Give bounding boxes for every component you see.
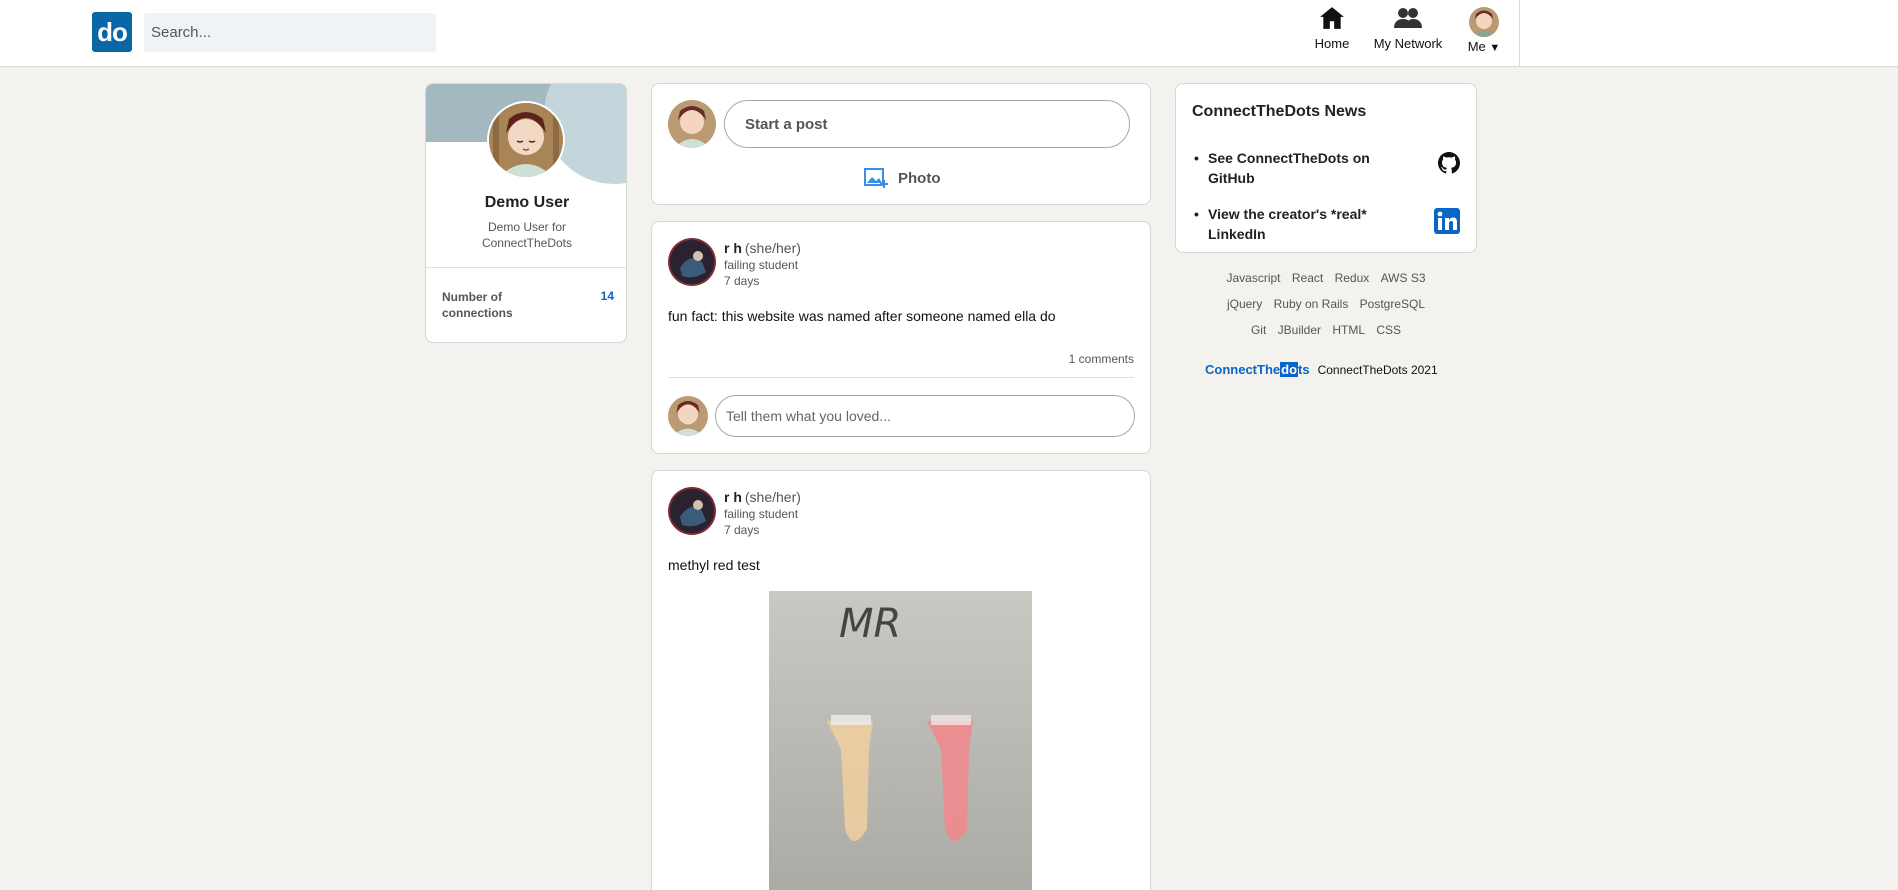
footer-link[interactable]: HTML xyxy=(1332,323,1365,337)
connections-count[interactable]: 14 xyxy=(596,289,614,303)
nav-me[interactable]: Me ▼ xyxy=(1462,5,1506,54)
avatar xyxy=(1469,7,1499,37)
avatar xyxy=(668,396,708,436)
post-time: 7 days xyxy=(724,523,760,537)
search-input[interactable] xyxy=(144,13,436,52)
footer-link[interactable]: Redux xyxy=(1335,271,1370,285)
news-item-label: View the creator's *real* LinkedIn xyxy=(1208,206,1367,242)
news-item-github[interactable]: See ConnectTheDots on GitHub xyxy=(1192,148,1462,204)
footer-brand: ConnectThedots ConnectTheDots 2021 xyxy=(1205,362,1438,377)
news-list: See ConnectTheDots on GitHub View the cr… xyxy=(1192,148,1462,260)
logo[interactable]: do xyxy=(92,12,132,52)
copyright-text: ConnectTheDots 2021 xyxy=(1317,362,1438,377)
profile-card: Demo User Demo User for ConnectTheDots N… xyxy=(425,83,627,343)
network-icon xyxy=(1394,8,1422,28)
footer-link[interactable]: Javascript xyxy=(1226,271,1280,285)
footer-link[interactable]: Git xyxy=(1251,323,1266,337)
footer-link[interactable]: jQuery xyxy=(1227,297,1262,311)
footer-link[interactable]: CSS xyxy=(1376,323,1401,337)
profile-subtitle: Demo User for ConnectTheDots xyxy=(481,220,573,250)
author-avatar[interactable] xyxy=(668,238,716,286)
footer-links-row: jQuery Ruby on Rails PostgreSQL xyxy=(1175,297,1477,311)
author-pronouns: (she/her) xyxy=(744,240,801,256)
photo-button[interactable]: Photo xyxy=(864,166,941,190)
linkedin-icon[interactable] xyxy=(1434,208,1460,239)
avatar xyxy=(668,100,716,148)
nav-my-network-label: My Network xyxy=(1373,36,1443,51)
profile-name[interactable]: Demo User xyxy=(426,194,626,212)
post-body: methyl red test xyxy=(668,557,760,573)
start-post-button[interactable]: Start a post xyxy=(724,100,1130,148)
footer-link[interactable]: React xyxy=(1292,271,1323,285)
author-headline: failing student xyxy=(724,258,799,272)
post-image[interactable]: MR xyxy=(769,591,1032,890)
author-name[interactable]: r h xyxy=(724,240,742,256)
footer-link[interactable]: JBuilder xyxy=(1278,323,1321,337)
top-navbar: do Home My Network Me ▼ xyxy=(0,0,1898,67)
news-card: ConnectTheDots News See ConnectTheDots o… xyxy=(1175,83,1477,253)
author-name[interactable]: r h xyxy=(724,489,742,505)
footer-link[interactable]: PostgreSQL xyxy=(1360,297,1425,311)
post-card: r h (she/her) failing student 7 days meth… xyxy=(651,470,1151,890)
start-post-card: Start a post Photo xyxy=(651,83,1151,205)
author-pronouns: (she/her) xyxy=(744,489,801,505)
footer-links-row: Git JBuilder HTML CSS xyxy=(1175,323,1477,337)
news-item-linkedin[interactable]: View the creator's *real* LinkedIn xyxy=(1192,204,1462,260)
author-avatar[interactable] xyxy=(668,487,716,535)
nav-me-label: Me xyxy=(1467,39,1486,54)
footer-links-row: Javascript React Redux AWS S3 xyxy=(1175,271,1477,285)
nav-home-label: Home xyxy=(1314,36,1350,51)
comments-count[interactable]: 1 comments xyxy=(1069,352,1134,366)
author-headline: failing student xyxy=(724,507,799,521)
connections-label: Number of connections xyxy=(442,290,513,320)
brand-logo: ConnectThedots xyxy=(1205,362,1310,377)
footer-link[interactable]: Ruby on Rails xyxy=(1274,297,1349,311)
post-body: fun fact: this website was named after s… xyxy=(668,308,1056,324)
post-card: r h (she/her) failing student 7 days fun … xyxy=(651,221,1151,454)
news-title: ConnectTheDots News xyxy=(1192,103,1367,120)
post-time: 7 days xyxy=(724,274,760,288)
home-icon xyxy=(1320,7,1344,29)
comment-input[interactable] xyxy=(715,395,1135,437)
profile-avatar[interactable] xyxy=(487,101,565,179)
caret-down-icon: ▼ xyxy=(1489,42,1501,54)
nav-divider xyxy=(1519,0,1520,66)
nav-my-network[interactable]: My Network xyxy=(1370,5,1446,51)
nav-home[interactable]: Home xyxy=(1310,5,1354,51)
news-item-label: See ConnectTheDots on GitHub xyxy=(1208,150,1370,186)
photo-label: Photo xyxy=(898,169,941,187)
divider xyxy=(426,267,626,268)
image-handwriting: MR xyxy=(839,601,901,647)
add-photo-icon xyxy=(864,168,888,188)
github-icon[interactable] xyxy=(1438,152,1460,179)
footer-link[interactable]: AWS S3 xyxy=(1381,271,1426,285)
divider xyxy=(668,377,1134,378)
